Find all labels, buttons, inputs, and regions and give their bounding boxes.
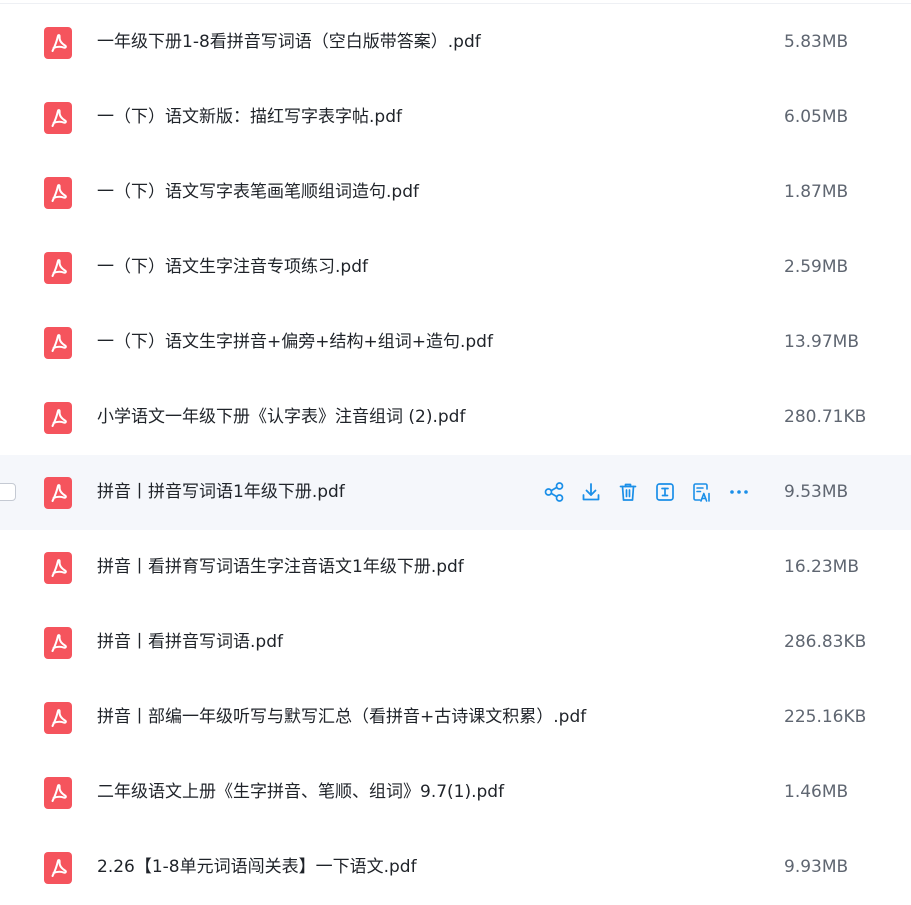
row-checkbox[interactable]	[0, 483, 16, 501]
row-action-toolbar	[543, 481, 750, 503]
file-name[interactable]: 2.26【1-8单元词语闯关表】一下语文.pdf	[97, 830, 417, 905]
file-list: 一年级下册1-8看拼音写词语（空白版带答案）.pdf 5.83MB 一（下）语文…	[0, 5, 911, 905]
file-row[interactable]: 拼音丨看拼音写词语.pdf 286.83KB	[0, 605, 911, 680]
file-name[interactable]: 一（下）语文生字注音专项练习.pdf	[97, 230, 368, 305]
pdf-file-icon	[44, 702, 72, 734]
file-name[interactable]: 拼音丨部编一年级听写与默写汇总（看拼音+古诗课文积累）.pdf	[97, 680, 586, 755]
top-divider	[0, 3, 911, 4]
file-size: 13.97MB	[784, 332, 859, 352]
ai-translate-icon[interactable]	[691, 481, 713, 503]
pdf-file-icon	[44, 27, 72, 59]
file-size: 2.59MB	[784, 257, 849, 277]
pdf-file-icon	[44, 852, 72, 884]
pdf-file-icon	[44, 252, 72, 284]
file-row[interactable]: 一（下）语文新版：描红写字表字帖.pdf 6.05MB	[0, 80, 911, 155]
trash-icon[interactable]	[617, 481, 639, 503]
file-size: 280.71KB	[784, 407, 867, 427]
pdf-file-icon	[44, 477, 72, 509]
pdf-file-icon	[44, 552, 72, 584]
file-size: 9.53MB	[784, 482, 849, 502]
file-name[interactable]: 拼音丨拼音写词语1年级下册.pdf	[97, 455, 345, 530]
pdf-file-icon	[44, 327, 72, 359]
file-name[interactable]: 小学语文一年级下册《认字表》注音组词 (2).pdf	[97, 380, 465, 455]
file-name[interactable]: 拼音丨看拼音写词语.pdf	[97, 605, 283, 680]
file-name[interactable]: 一年级下册1-8看拼音写词语（空白版带答案）.pdf	[97, 5, 481, 80]
file-size: 9.93MB	[784, 857, 849, 877]
pdf-file-icon	[44, 177, 72, 209]
file-row[interactable]: 拼音丨看拼育写词语生字注音语文1年级下册.pdf 16.23MB	[0, 530, 911, 605]
text-extract-icon[interactable]	[654, 481, 676, 503]
file-name[interactable]: 二年级语文上册《生字拼音、笔顺、组词》9.7(1).pdf	[97, 755, 504, 830]
file-size: 225.16KB	[784, 707, 867, 727]
file-size: 16.23MB	[784, 557, 859, 577]
file-row[interactable]: 一年级下册1-8看拼音写词语（空白版带答案）.pdf 5.83MB	[0, 5, 911, 80]
file-row[interactable]: 一（下）语文生字拼音+偏旁+结构+组词+造句.pdf 13.97MB	[0, 305, 911, 380]
file-name[interactable]: 一（下）语文生字拼音+偏旁+结构+组词+造句.pdf	[97, 305, 493, 380]
file-row[interactable]: 小学语文一年级下册《认字表》注音组词 (2).pdf 280.71KB	[0, 380, 911, 455]
file-name[interactable]: 一（下）语文写字表笔画笔顺组词造句.pdf	[97, 155, 419, 230]
download-icon[interactable]	[580, 481, 602, 503]
pdf-file-icon	[44, 627, 72, 659]
file-row[interactable]: 二年级语文上册《生字拼音、笔顺、组词》9.7(1).pdf 1.46MB	[0, 755, 911, 830]
pdf-file-icon	[44, 102, 72, 134]
file-row[interactable]: 一（下）语文写字表笔画笔顺组词造句.pdf 1.87MB	[0, 155, 911, 230]
pdf-file-icon	[44, 402, 72, 434]
more-icon[interactable]	[728, 481, 750, 503]
file-name[interactable]: 一（下）语文新版：描红写字表字帖.pdf	[97, 80, 402, 155]
file-row[interactable]: 一（下）语文生字注音专项练习.pdf 2.59MB	[0, 230, 911, 305]
share-icon[interactable]	[543, 481, 565, 503]
pdf-file-icon	[44, 777, 72, 809]
file-size: 1.46MB	[784, 782, 849, 802]
file-size: 5.83MB	[784, 32, 849, 52]
file-size: 6.05MB	[784, 107, 849, 127]
file-size: 1.87MB	[784, 182, 849, 202]
file-row-hovered[interactable]: 拼音丨拼音写词语1年级下册.pdf 9.53MB	[0, 455, 911, 530]
file-row[interactable]: 拼音丨部编一年级听写与默写汇总（看拼音+古诗课文积累）.pdf 225.16KB	[0, 680, 911, 755]
file-size: 286.83KB	[784, 632, 867, 652]
file-row[interactable]: 2.26【1-8单元词语闯关表】一下语文.pdf 9.93MB	[0, 830, 911, 905]
file-name[interactable]: 拼音丨看拼育写词语生字注音语文1年级下册.pdf	[97, 530, 464, 605]
